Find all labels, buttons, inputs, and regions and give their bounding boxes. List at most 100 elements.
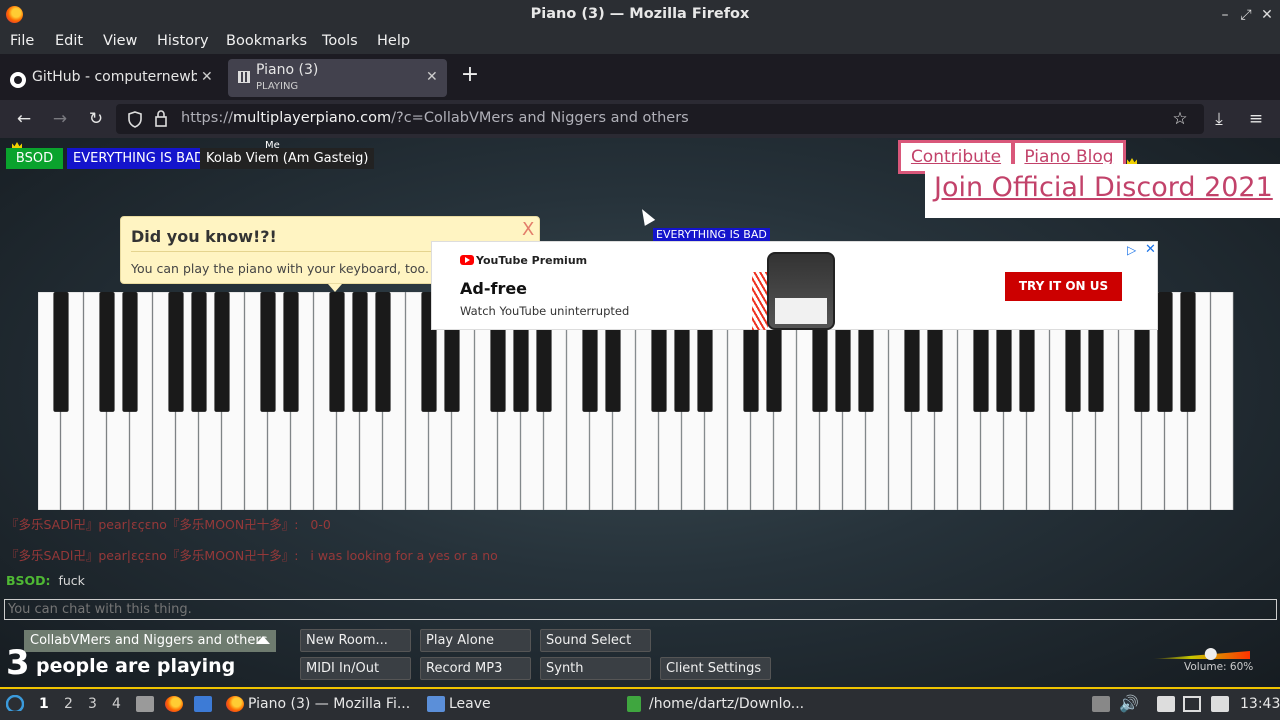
window-titlebar: Piano (3) — Mozilla Firefox – ⤢ ✕ xyxy=(0,0,1280,30)
discord-link[interactable]: Join Official Discord 2021 xyxy=(934,172,1273,203)
reload-icon[interactable]: ↻ xyxy=(85,108,107,130)
menu-bar: File Edit View History Bookmarks Tools H… xyxy=(0,30,1280,54)
black-key[interactable] xyxy=(260,292,276,412)
client-settings-button[interactable]: Client Settings xyxy=(660,657,771,680)
sound-select-button[interactable]: Sound Select xyxy=(540,629,651,652)
maximize-icon[interactable]: ⤢ xyxy=(1236,5,1256,25)
black-key[interactable] xyxy=(375,292,391,412)
taskbar-window-firefox[interactable]: Piano (3) — Mozilla Fi... xyxy=(248,696,410,712)
close-tab-icon[interactable]: ✕ xyxy=(201,69,213,85)
chat-message: 『多乐SADl卍』pear|ɛçɛno『多乐MOON卍十多』: 0-0 xyxy=(6,517,331,532)
tab-playing-label: PLAYING xyxy=(256,81,299,92)
play-alone-button[interactable]: Play Alone xyxy=(420,629,531,652)
black-key[interactable] xyxy=(352,292,368,412)
tray-clipboard-icon[interactable] xyxy=(1157,696,1175,712)
menu-edit[interactable]: Edit xyxy=(55,33,83,49)
new-tab-icon[interactable]: + xyxy=(458,64,482,88)
back-icon[interactable]: ← xyxy=(13,108,35,130)
chat-author: 『多乐SADl卍』pear|ɛçɛno『多乐MOON卍十多』 xyxy=(6,517,295,532)
url-bar[interactable]: https://multiplayerpiano.com/?c=CollabVM… xyxy=(116,104,1204,134)
player-count-label: people are playing xyxy=(36,655,236,677)
black-key[interactable] xyxy=(122,292,138,412)
github-icon xyxy=(10,72,26,88)
workspace-4[interactable]: 4 xyxy=(112,696,121,712)
notice-close-button[interactable]: X xyxy=(522,219,534,240)
menu-bookmarks[interactable]: Bookmarks xyxy=(226,33,307,49)
floating-user-cursor-label: EVERYTHING IS BAD xyxy=(653,228,770,241)
ad-decoration xyxy=(752,272,768,330)
mouse-cursor-icon xyxy=(636,206,656,226)
black-key[interactable] xyxy=(329,292,345,412)
taskbar: 1 2 3 4 Piano (3) — Mozilla Fi... Leave … xyxy=(0,687,1280,720)
taskbar-window-leave[interactable]: Leave xyxy=(449,696,491,712)
chat-input[interactable] xyxy=(4,599,1277,620)
user-badge-everything-is-bad[interactable]: EVERYTHING IS BAD xyxy=(67,148,210,169)
tray-display-icon[interactable] xyxy=(1183,696,1201,712)
menu-history[interactable]: History xyxy=(157,33,209,49)
close-window-icon[interactable]: ✕ xyxy=(1257,5,1277,25)
chevron-up-icon xyxy=(256,636,270,644)
player-count: 3 xyxy=(6,643,30,683)
ad-subtext: Watch YouTube uninterrupted xyxy=(460,304,630,318)
bookmark-star-icon[interactable]: ☆ xyxy=(1169,108,1191,130)
chat-text: fuck xyxy=(58,573,85,588)
shield-icon[interactable] xyxy=(127,111,143,128)
workspace-2[interactable]: 2 xyxy=(64,696,73,712)
forward-icon[interactable]: → xyxy=(49,108,71,130)
chat-author: 『多乐SADl卍』pear|ɛçɛno『多乐MOON卍十多』 xyxy=(6,548,295,563)
tab-title: GitHub - computernewb/ xyxy=(32,69,197,85)
synth-button[interactable]: Synth xyxy=(540,657,651,680)
workspace-3[interactable]: 3 xyxy=(88,696,97,712)
black-key[interactable] xyxy=(99,292,115,412)
volume-tray-icon[interactable]: 🔊 xyxy=(1119,694,1139,713)
black-key[interactable] xyxy=(191,292,207,412)
black-key[interactable] xyxy=(283,292,299,412)
ad-close-icon[interactable]: ✕ xyxy=(1145,242,1156,257)
chat-text: 0-0 xyxy=(310,517,331,532)
black-key[interactable] xyxy=(1180,292,1196,412)
lock-icon[interactable] xyxy=(154,110,168,127)
download-icon[interactable]: ⤓ xyxy=(1208,108,1230,130)
black-key[interactable] xyxy=(214,292,230,412)
black-key[interactable] xyxy=(53,292,69,412)
room-name: CollabVMers and Niggers and others xyxy=(30,633,268,648)
start-menu-icon[interactable] xyxy=(6,695,24,711)
firefox-window-icon xyxy=(226,696,244,712)
room-selector[interactable]: CollabVMers and Niggers and others xyxy=(24,630,276,652)
tab-piano[interactable]: Piano (3) PLAYING ✕ xyxy=(228,59,447,97)
menu-file[interactable]: File xyxy=(10,33,34,49)
youtube-premium-ad[interactable]: YouTube Premium Ad-free Watch YouTube un… xyxy=(431,241,1158,330)
workspace-1[interactable]: 1 xyxy=(39,696,49,712)
minimize-icon[interactable]: – xyxy=(1215,5,1235,25)
menu-help[interactable]: Help xyxy=(377,33,410,49)
adchoices-icon[interactable]: ▷ xyxy=(1127,243,1136,257)
volume-track[interactable] xyxy=(1152,651,1250,659)
firefox-launcher-icon[interactable] xyxy=(165,696,183,712)
volume-label: Volume: 60% xyxy=(1184,661,1254,673)
ad-cta-button[interactable]: TRY IT ON US xyxy=(1005,272,1122,301)
discord-banner: Join Official Discord 2021 xyxy=(925,164,1280,218)
tab-github[interactable]: GitHub - computernewb/ ✕ xyxy=(0,59,222,97)
tray-eject-icon[interactable] xyxy=(1092,696,1110,712)
white-key[interactable] xyxy=(1210,292,1234,510)
new-room-button[interactable]: New Room... xyxy=(300,629,411,652)
taskbar-accent xyxy=(0,687,1280,689)
desktop-launcher-icon[interactable] xyxy=(194,696,212,712)
user-badge-kolab[interactable]: Kolab Viem (Am Gasteig) xyxy=(200,148,375,169)
midi-button[interactable]: MIDI In/Out xyxy=(300,657,411,680)
close-tab-icon[interactable]: ✕ xyxy=(426,69,438,85)
menu-view[interactable]: View xyxy=(103,33,137,49)
volume-slider[interactable] xyxy=(1152,648,1250,662)
menu-hamburger-icon[interactable]: ≡ xyxy=(1245,108,1267,130)
volume-knob[interactable] xyxy=(1204,648,1217,660)
black-key[interactable] xyxy=(1157,292,1173,412)
record-mp3-button[interactable]: Record MP3 xyxy=(420,657,531,680)
file-manager-launcher-icon[interactable] xyxy=(136,696,154,712)
tray-keyboard-icon[interactable] xyxy=(1211,696,1229,712)
taskbar-window-terminal[interactable]: /home/dartz/Downlo... xyxy=(649,696,804,712)
black-key[interactable] xyxy=(168,292,184,412)
url-text[interactable]: https://multiplayerpiano.com/?c=CollabVM… xyxy=(181,110,689,126)
notice-pointer xyxy=(328,284,342,292)
menu-tools[interactable]: Tools xyxy=(322,33,358,49)
user-badge-bsod[interactable]: BSOD xyxy=(6,148,63,169)
